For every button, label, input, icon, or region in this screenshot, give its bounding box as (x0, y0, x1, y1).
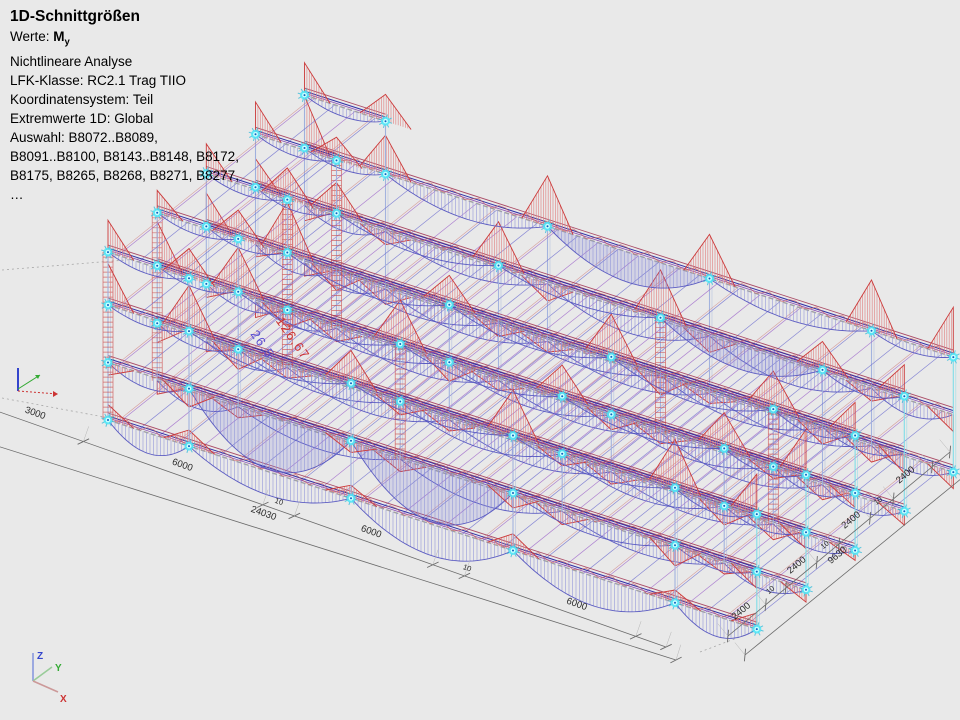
dimension-total-label: 24030 (249, 504, 278, 523)
legend-line: Koordinatensystem: Teil (10, 90, 239, 109)
dimension-label: 6000 (565, 596, 589, 613)
legend-line: B8175, B8265, B8268, B8271, B8277, (10, 166, 239, 185)
result-legend: 1D-Schnittgrößen Werte: My Nichtlineare … (10, 6, 239, 204)
dim-bottom-primary: 3000600010600010600024030 (0, 395, 672, 650)
axis-x-label: X (60, 694, 67, 705)
dimension-label: 10 (462, 562, 473, 573)
legend-line: Nichtlineare Analyse (10, 52, 239, 71)
ucs-triad (18, 368, 58, 397)
legend-values-line: Werte: My (10, 27, 239, 52)
dimension-label: 3000 (23, 405, 47, 422)
axis-z-label: Z (37, 651, 43, 662)
fea-graphics-window: 3000600010600010600024030240010240010240… (0, 0, 960, 720)
dimension-label: 6000 (171, 457, 195, 474)
dim-right-primary: 24001024001024001024009630 (718, 440, 951, 643)
legend-line: Auswahl: B8072..B8089, (10, 128, 239, 147)
dimension-label: 10 (274, 496, 285, 507)
dimension-label: 2400 (840, 509, 863, 531)
dimension-label: 2400 (730, 600, 753, 622)
legend-line: … (10, 185, 239, 204)
legend-title: 1D-Schnittgrößen (10, 6, 239, 27)
legend-line: Extremwerte 1D: Global (10, 109, 239, 128)
axis-y-label: Y (55, 663, 62, 674)
legend-line: LFK-Klasse: RC2.1 Trag TIIO (10, 71, 239, 90)
dimension-label: 2400 (785, 554, 808, 576)
deck-middle (108, 199, 953, 589)
global-axes-triad: Z Y X (33, 651, 67, 705)
legend-line: B8091..B8100, B8143..B8148, B8172, (10, 147, 239, 166)
